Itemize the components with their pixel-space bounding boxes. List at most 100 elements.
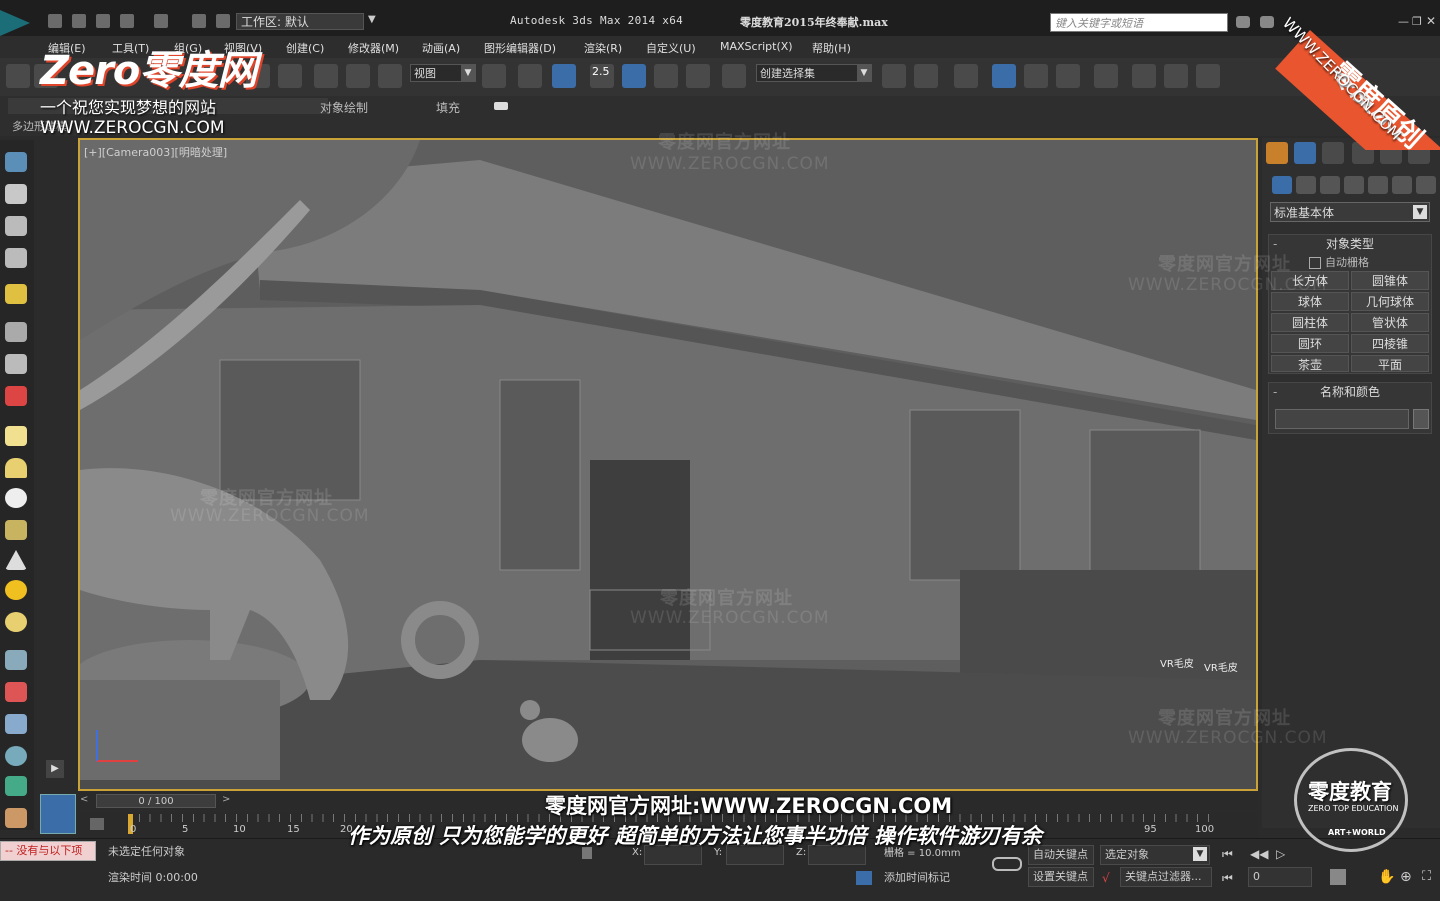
percent-snap-icon[interactable] [654, 64, 678, 88]
teapot-icon[interactable] [5, 152, 27, 172]
open-file-icon[interactable] [72, 14, 86, 28]
grid-plane-icon[interactable] [5, 714, 27, 734]
app-logo-icon[interactable] [0, 10, 30, 36]
cone-icon[interactable] [5, 550, 27, 570]
hold-icon[interactable] [192, 14, 206, 28]
zoom-icon[interactable]: ⊕ [1400, 869, 1412, 885]
edit-named-selection-icon[interactable] [722, 64, 746, 88]
select-manipulate-icon[interactable] [518, 64, 542, 88]
material-editor-icon[interactable] [1094, 64, 1118, 88]
key-selection-dropdown[interactable]: 选定对象 ▼ [1100, 845, 1210, 865]
current-frame-field[interactable]: 0 [1248, 867, 1312, 887]
camera-viewport[interactable]: [+][Camera003][明暗处理] VR毛皮 VR毛皮 [78, 138, 1258, 791]
pot-icon[interactable] [5, 520, 27, 540]
menu-item-modifiers[interactable]: 修改器(M) [348, 40, 399, 56]
particle-icon[interactable] [5, 386, 27, 406]
rotate-icon[interactable] [346, 64, 370, 88]
key-filters-button[interactable]: 关键点过滤器... [1120, 867, 1212, 887]
save-icon[interactable] [96, 14, 110, 28]
render-setup-icon[interactable] [1132, 64, 1156, 88]
render-production-icon[interactable] [1196, 64, 1220, 88]
bone-icon[interactable] [5, 322, 27, 342]
new-file-icon[interactable] [48, 14, 62, 28]
expand-arrow-icon[interactable]: ▶ [46, 760, 64, 778]
play-icon[interactable]: ▷ [1276, 847, 1285, 861]
shapes-icon[interactable] [1296, 176, 1316, 194]
light-icon[interactable] [5, 284, 27, 304]
rendered-frame-icon[interactable] [1164, 64, 1188, 88]
stripes-icon[interactable] [5, 650, 27, 670]
viewport-label[interactable]: [+][Camera003][明暗处理] [84, 144, 227, 160]
object-name-field[interactable] [1275, 409, 1409, 429]
key-icon[interactable] [992, 857, 1022, 871]
menu-item-help[interactable]: 帮助(H) [812, 40, 851, 56]
spinner-snap-icon[interactable] [686, 64, 710, 88]
object-color-swatch[interactable] [1413, 409, 1429, 429]
plant-icon[interactable] [5, 776, 27, 796]
project-folder-icon[interactable] [216, 14, 230, 28]
hemisphere-icon[interactable] [5, 458, 27, 478]
ribbon-tab-populate[interactable]: 填充 [436, 99, 460, 116]
schematic-view-icon[interactable] [1056, 64, 1080, 88]
time-slider-thumb[interactable]: 0 / 100 [96, 794, 216, 808]
grid-icon[interactable] [5, 248, 27, 268]
workspace-dropdown[interactable]: 工作区: 默认 [236, 13, 364, 30]
move-icon[interactable] [314, 64, 338, 88]
systems-icon[interactable] [1416, 176, 1436, 194]
primitive-cylinder-button[interactable]: 圆柱体 [1271, 313, 1349, 332]
named-selection-dropdown[interactable]: 创建选择集 ▼ [756, 64, 872, 82]
primitive-geosphere-button[interactable]: 几何球体 [1351, 292, 1429, 311]
menu-item-rendering[interactable]: 渲染(R) [584, 40, 622, 56]
autogrid-checkbox[interactable] [1309, 257, 1321, 269]
menu-item-create[interactable]: 创建(C) [286, 40, 324, 56]
maximize-viewport-icon[interactable]: ⛶ [1422, 869, 1431, 884]
menu-item-graph-editors[interactable]: 图形编辑器(D) [484, 40, 556, 56]
ribbon-tab-object-paint[interactable]: 对象绘制 [320, 99, 368, 116]
name-color-header[interactable]: - 名称和颜色 [1269, 383, 1431, 401]
primitive-cone-button[interactable]: 圆锥体 [1351, 271, 1429, 290]
sun-icon[interactable] [5, 580, 27, 600]
curve-editor-icon[interactable] [1024, 64, 1048, 88]
lights-icon[interactable] [1320, 176, 1340, 194]
search-input[interactable]: 键入关键字或短语 [1050, 13, 1228, 32]
keyboard-shortcut-override-icon[interactable] [552, 64, 576, 88]
cameras-icon[interactable] [1344, 176, 1364, 194]
pivot-center-icon[interactable] [482, 64, 506, 88]
object-type-header[interactable]: - 对象类型 [1269, 235, 1431, 253]
menu-item-customize[interactable]: 自定义(U) [646, 40, 696, 56]
disc-icon[interactable] [5, 612, 27, 632]
angle-snap-icon[interactable] [622, 64, 646, 88]
render-icon[interactable] [5, 184, 27, 204]
undo-icon[interactable] [120, 14, 134, 28]
goto-start-icon[interactable]: ⏮ [1222, 847, 1233, 862]
sphere-icon[interactable] [5, 488, 27, 508]
ribbon-options-icon[interactable] [494, 102, 508, 110]
molecule-icon[interactable] [5, 682, 27, 702]
align-icon[interactable] [914, 64, 938, 88]
graphite-toggle-icon[interactable] [992, 64, 1016, 88]
box-icon[interactable] [5, 426, 27, 446]
spacewarps-icon[interactable] [1392, 176, 1412, 194]
select-region-icon[interactable] [278, 64, 302, 88]
add-time-tag-icon[interactable] [856, 871, 872, 885]
gear-icon[interactable] [5, 746, 27, 766]
set-key-button[interactable]: 设置关键点 [1028, 867, 1094, 887]
add-time-tag[interactable]: 添加时间标记 [880, 869, 1020, 889]
key-filter-icon[interactable]: √ [1102, 871, 1110, 885]
layer-manager-icon[interactable] [954, 64, 978, 88]
chevron-down-icon[interactable]: ▼ [368, 14, 376, 25]
menu-item-animation[interactable]: 动画(A) [422, 40, 460, 56]
mirror-icon[interactable] [882, 64, 906, 88]
primitive-tube-button[interactable]: 管状体 [1351, 313, 1429, 332]
time-config-icon[interactable] [1330, 869, 1346, 885]
redo-icon[interactable] [154, 14, 168, 28]
prev-key-icon[interactable]: ◀◀ [1250, 847, 1268, 861]
prev-frame-icon[interactable]: < [80, 794, 88, 805]
helpers-icon[interactable] [1368, 176, 1388, 194]
pan-icon[interactable]: ✋ [1378, 869, 1395, 885]
primitive-teapot-button[interactable]: 茶壶 [1271, 355, 1349, 372]
scale-icon[interactable] [378, 64, 402, 88]
primitive-torus-button[interactable]: 圆环 [1271, 334, 1349, 353]
primitive-pyramid-button[interactable]: 四棱锥 [1351, 334, 1429, 353]
track-bar-toggle[interactable] [40, 794, 76, 834]
